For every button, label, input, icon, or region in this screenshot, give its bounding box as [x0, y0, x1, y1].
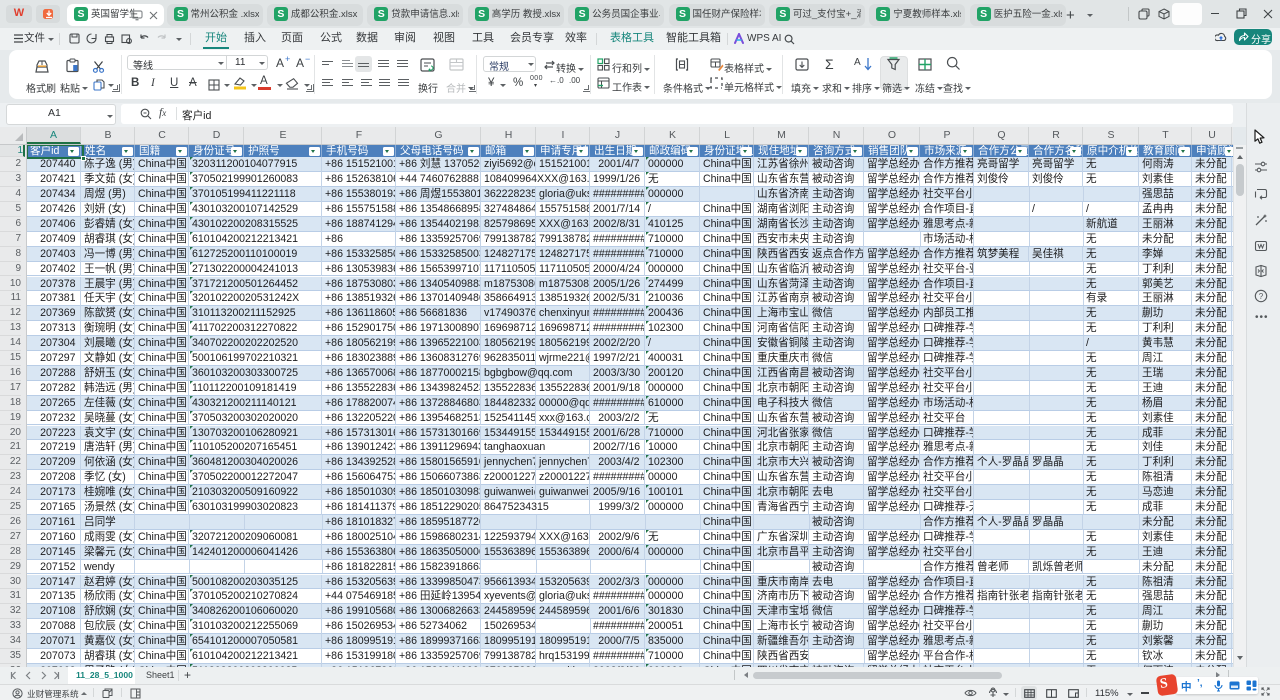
svg-text:?: ? [1259, 292, 1264, 301]
